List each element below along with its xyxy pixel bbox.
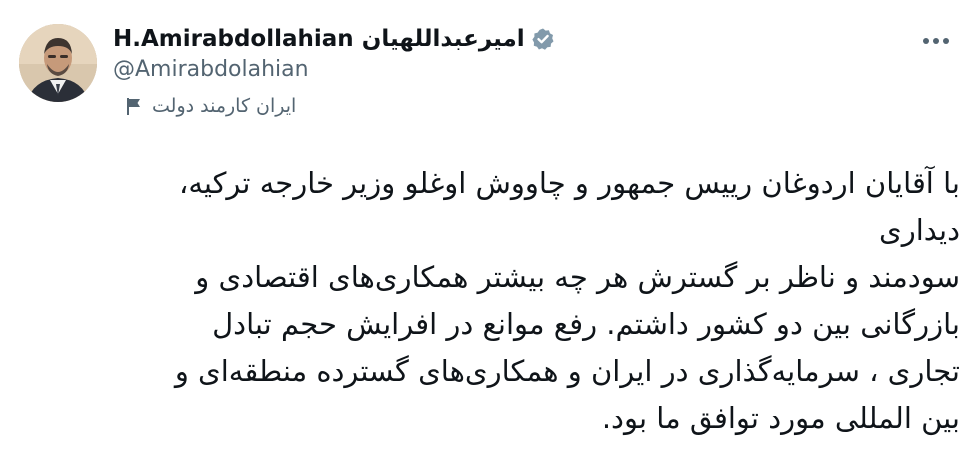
tweet-text-line: بین المللی مورد توافق ما بود. — [601, 401, 960, 435]
tweet-card: H.Amirabdollahian امیرعبداللهیان @Amirab… — [0, 0, 980, 449]
avatar[interactable] — [19, 24, 97, 102]
tweet-text-line: تجاری ، سرمایه‌گذاری در ایران و همکاری‌ه… — [174, 354, 960, 388]
author-name-row[interactable]: H.Amirabdollahian امیرعبداللهیان — [113, 26, 555, 52]
verified-badge-icon — [531, 27, 555, 51]
tweet-text-line: سودمند و ناظر بر گسترش هر چه بیشتر همکار… — [195, 260, 960, 294]
avatar-portrait — [19, 24, 97, 102]
account-label[interactable]: ایران کارمند دولت — [124, 95, 296, 117]
more-horizontal-icon — [923, 38, 949, 44]
tweet-text-line: دیداری — [879, 213, 960, 247]
author-display-name[interactable]: H.Amirabdollahian امیرعبداللهیان — [113, 26, 525, 52]
tweet-text-line: با آقایان اردوغان رییس جمهور و چاووش اوغ… — [178, 166, 960, 200]
more-options-button[interactable] — [916, 25, 956, 57]
flag-icon — [124, 96, 144, 116]
tweet-text: با آقایان اردوغان رییس جمهور و چاووش اوغ… — [22, 160, 960, 442]
tweet-text-line: بازرگانی بین دو کشور داشتم. رفع موانع در… — [212, 307, 960, 341]
account-label-text: ایران کارمند دولت — [152, 95, 297, 117]
author-handle[interactable]: @Amirabdolahian — [113, 57, 309, 82]
